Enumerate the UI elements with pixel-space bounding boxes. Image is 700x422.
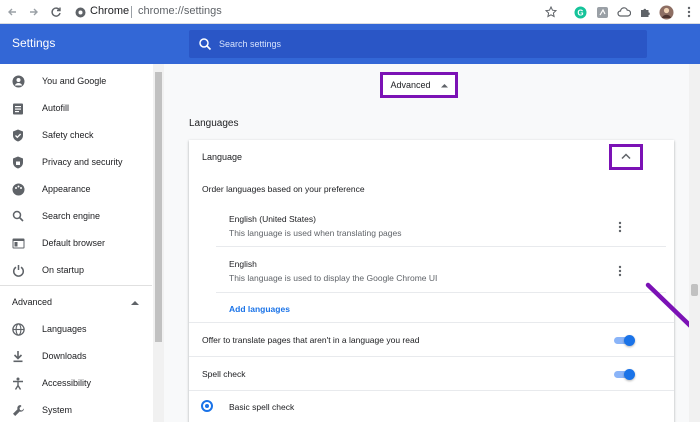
page-title: Settings xyxy=(12,36,56,50)
forward-icon[interactable] xyxy=(26,4,42,20)
clipboard-icon xyxy=(11,101,25,115)
main-scroll-thumb[interactable] xyxy=(691,284,698,296)
section-title-languages: Languages xyxy=(189,118,239,129)
person-icon xyxy=(11,74,25,88)
advanced-button-label: Advanced xyxy=(390,80,431,90)
shield-icon xyxy=(11,128,25,142)
sidebar-item-label: On startup xyxy=(42,265,85,275)
extension-icon[interactable] xyxy=(594,4,610,20)
language-row-title[interactable]: Language xyxy=(202,152,242,162)
sidebar-item-privacy-and-security[interactable]: Privacy and security xyxy=(0,149,152,175)
sidebar-item-accessibility[interactable]: Accessibility xyxy=(0,370,152,396)
advanced-button[interactable]: Advanced xyxy=(380,72,458,98)
basic-spell-check-radio[interactable] xyxy=(201,400,213,412)
main-scrollbar[interactable] xyxy=(689,64,700,422)
shield-lock-icon xyxy=(11,155,25,169)
sidebar-item-label: Downloads xyxy=(42,351,87,361)
site-name[interactable]: Chrome xyxy=(90,5,129,17)
sidebar-item-label: Autofill xyxy=(42,103,70,113)
wrench-icon xyxy=(11,403,25,417)
search-icon xyxy=(198,37,212,51)
palette-icon xyxy=(11,182,25,196)
sidebar-item-label: Appearance xyxy=(42,184,91,194)
sidebar-item-label: Search engine xyxy=(42,211,101,221)
search-icon xyxy=(11,209,25,223)
caret-up-icon xyxy=(440,80,448,90)
cloud-icon[interactable] xyxy=(616,4,632,20)
spell-check-toggle[interactable] xyxy=(613,368,635,380)
globe-icon xyxy=(11,322,25,336)
sidebar-item-label: You and Google xyxy=(42,76,107,86)
offer-translate-toggle[interactable] xyxy=(613,334,635,346)
profile-avatar[interactable] xyxy=(658,4,674,20)
card-separator xyxy=(189,356,674,357)
search-input[interactable] xyxy=(219,34,639,54)
language-description: This language is used to display the Goo… xyxy=(229,273,438,283)
sidebar-scrollbar[interactable] xyxy=(153,64,164,422)
toggle-knob xyxy=(624,369,635,380)
add-languages-link[interactable]: Add languages xyxy=(229,304,290,314)
card-separator xyxy=(189,322,674,323)
sidebar-scroll-thumb[interactable] xyxy=(155,72,162,342)
more-options-icon[interactable] xyxy=(615,264,625,278)
sidebar-item-label: Safety check xyxy=(42,130,94,140)
sidebar-item-search-engine[interactable]: Search engine xyxy=(0,203,152,229)
sidebar-item-label: Default browser xyxy=(42,238,106,248)
search-box[interactable] xyxy=(189,30,647,58)
sidebar-item-downloads[interactable]: Downloads xyxy=(0,343,152,369)
chevron-up-icon xyxy=(621,152,631,162)
star-icon[interactable] xyxy=(543,4,559,20)
settings-header: Settings xyxy=(0,24,700,64)
svg-text:G: G xyxy=(577,8,583,17)
sidebar: You and Google Autofill Safety check Pri… xyxy=(0,64,164,422)
basic-spell-check-label: Basic spell check xyxy=(229,402,295,412)
sidebar-item-autofill[interactable]: Autofill xyxy=(0,95,152,121)
accessibility-icon xyxy=(11,376,25,390)
sidebar-item-label: Accessibility xyxy=(42,378,92,388)
sidebar-item-on-startup[interactable]: On startup xyxy=(0,257,152,283)
sidebar-advanced-header[interactable]: Advanced xyxy=(12,297,52,307)
power-icon xyxy=(11,263,25,277)
card-separator xyxy=(189,390,674,391)
language-name: English xyxy=(229,259,257,269)
url-text[interactable]: chrome://settings xyxy=(138,5,222,17)
sidebar-item-label: System xyxy=(42,405,73,415)
sidebar-item-label: Privacy and security xyxy=(42,157,123,167)
offer-translate-label: Offer to translate pages that aren't in … xyxy=(202,335,420,345)
language-separator xyxy=(216,246,666,247)
spell-check-label: Spell check xyxy=(202,369,246,379)
order-languages-text: Order languages based on your preference xyxy=(202,184,365,194)
menu-icon[interactable] xyxy=(681,4,697,20)
sidebar-item-label: Languages xyxy=(42,324,87,334)
languages-card: Language Order languages based on your p… xyxy=(189,140,674,422)
grammarly-icon[interactable]: G xyxy=(572,4,588,20)
language-separator xyxy=(216,292,666,293)
sidebar-item-languages[interactable]: Languages xyxy=(0,316,152,342)
browser-icon xyxy=(11,236,25,250)
main-content: Advanced Languages Language Order langua… xyxy=(164,64,700,422)
more-options-icon[interactable] xyxy=(615,220,625,234)
toggle-knob xyxy=(624,335,635,346)
sidebar-item-default-browser[interactable]: Default browser xyxy=(0,230,152,256)
site-info-icon[interactable] xyxy=(72,4,88,20)
language-description: This language is used when translating p… xyxy=(229,228,402,238)
sidebar-item-system[interactable]: System xyxy=(0,397,152,422)
sidebar-item-appearance[interactable]: Appearance xyxy=(0,176,152,202)
reload-icon[interactable] xyxy=(48,4,64,20)
collapse-language-button[interactable] xyxy=(609,144,643,170)
back-icon[interactable] xyxy=(4,4,20,20)
caret-up-icon[interactable] xyxy=(131,298,139,305)
omnibox-divider xyxy=(131,6,132,18)
download-icon xyxy=(11,349,25,363)
browser-toolbar: Chrome chrome://settings G xyxy=(0,0,700,24)
language-name: English (United States) xyxy=(229,214,316,224)
sidebar-item-you-and-google[interactable]: You and Google xyxy=(0,68,152,94)
sidebar-divider xyxy=(0,285,152,286)
sidebar-item-safety-check[interactable]: Safety check xyxy=(0,122,152,148)
puzzle-icon[interactable] xyxy=(637,4,653,20)
